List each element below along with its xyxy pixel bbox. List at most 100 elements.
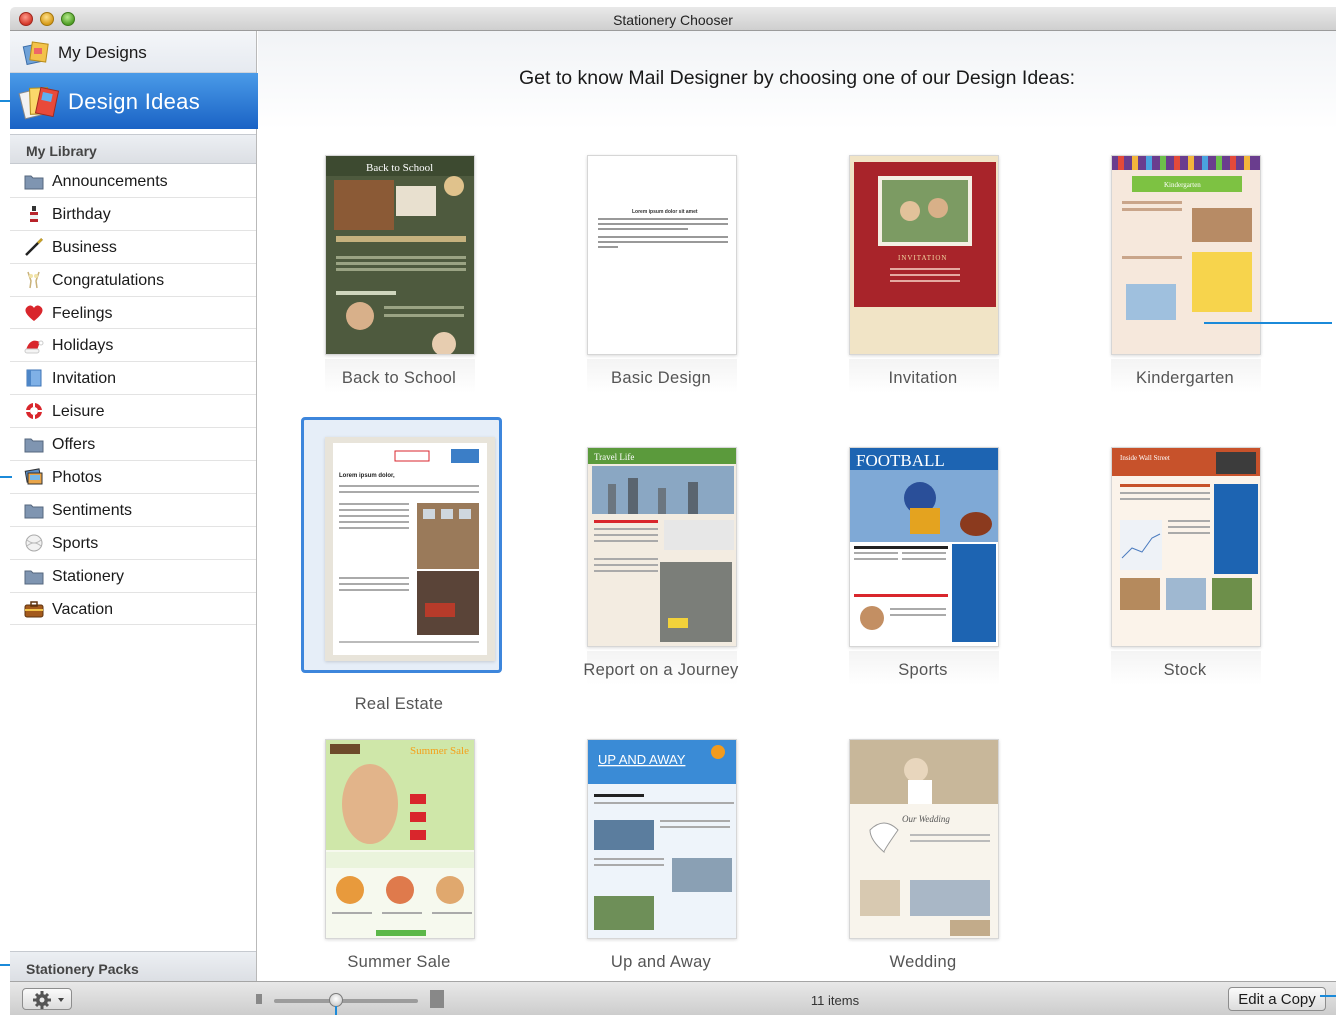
suitcase-icon [24, 600, 44, 618]
design-thumbnail: Travel Life [587, 447, 737, 647]
category-label: Announcements [52, 173, 168, 190]
santa-hat-icon [24, 340, 44, 354]
stock-preview: Inside Wall Street [1112, 448, 1260, 610]
category-label: Invitation [52, 370, 117, 388]
callout-line [0, 100, 10, 102]
svg-text:Our Wedding: Our Wedding [902, 814, 950, 824]
sidebar-item-offers[interactable]: Offers [10, 428, 256, 462]
design-label: Kindergarten [1135, 369, 1235, 387]
zoom-out-icon [256, 994, 262, 1004]
pen-icon [25, 237, 43, 256]
folder-icon [24, 504, 44, 519]
gear-icon [33, 991, 64, 1009]
design-tile-sports[interactable]: FOOTBALL Sports [805, 447, 1045, 727]
sidebar-item-sports[interactable]: Sports [10, 527, 256, 560]
sidebar-item-vacation[interactable]: Vacation [10, 593, 256, 626]
svg-text:Lorem ipsum dolor,: Lorem ipsum dolor, [339, 473, 395, 479]
champagne-icon [27, 271, 40, 288]
design-thumbnail: Kindergarten [1111, 155, 1261, 355]
design-label: Back to School [341, 369, 457, 387]
design-tile-summer-sale[interactable]: Summer Sale Summer Sale [281, 739, 521, 1019]
design-thumbnail: Lorem ipsum dolor sit amet [587, 155, 737, 355]
sidebar-item-business[interactable]: Business [10, 231, 256, 264]
invitation-card-icon [26, 369, 42, 387]
design-label: Up and Away [610, 953, 712, 971]
design-label: Invitation [888, 369, 958, 387]
design-label: Sports [898, 661, 948, 679]
category-label: Birthday [52, 205, 111, 223]
sidebar-item-leisure[interactable]: Leisure [10, 395, 256, 429]
sidebar-item-birthday[interactable]: Birthday [10, 198, 256, 231]
callout-line [0, 964, 10, 966]
design-label: Stock [1163, 661, 1207, 679]
design-tile-back-to-school[interactable]: Back to School Back to School [281, 155, 521, 435]
design-tile-invitation[interactable]: INVITATION Invitation [805, 155, 1045, 435]
sidebar-item-announcements[interactable]: Announcements [10, 165, 256, 198]
svg-text:UP AND AWAY: UP AND AWAY [598, 752, 686, 767]
design-tile-basic-design[interactable]: Lorem ipsum dolor sit amet Basic Design [543, 155, 783, 435]
bottle-icon [30, 205, 38, 222]
callout-line [335, 1006, 337, 1015]
zoom-slider-knob[interactable] [328, 993, 343, 1007]
summer-sale-preview: Summer Sale [326, 740, 474, 936]
design-thumbnail: UP AND AWAY [587, 739, 737, 939]
design-tile-kindergarten[interactable]: Kindergarten Kindergarten [1067, 155, 1307, 435]
design-label: Real Estate [354, 695, 444, 713]
design-thumbnail: Inside Wall Street [1111, 447, 1261, 647]
design-ideas-icon [18, 86, 60, 120]
design-gallery: Get to know Mail Designer by choosing on… [258, 31, 1336, 981]
category-label: Sports [52, 534, 99, 552]
edit-a-copy-button[interactable]: Edit a Copy [1228, 987, 1326, 1011]
zoom-slider[interactable] [274, 999, 418, 1003]
design-tile-up-and-away[interactable]: UP AND AWAY Up and Away [543, 739, 783, 1019]
design-thumbnail: Back to School [325, 155, 475, 355]
sidebar-item-design-ideas[interactable]: Design Ideas [10, 73, 270, 129]
stationery-packs-label: Stationery Packs [26, 961, 139, 977]
svg-text:FOOTBALL: FOOTBALL [856, 451, 945, 470]
folder-icon [24, 438, 44, 453]
photos-icon [24, 468, 43, 485]
category-label: Stationery [52, 567, 125, 585]
lifebuoy-icon [26, 403, 42, 420]
category-label: Congratulations [52, 271, 165, 289]
callout-line [1320, 995, 1336, 997]
folder-icon [24, 570, 44, 585]
back-to-school-preview: Back to School [326, 156, 474, 354]
callout-line [0, 476, 12, 478]
sidebar-item-congratulations[interactable]: Congratulations [10, 264, 256, 297]
design-tile-stock[interactable]: Inside Wall Street Stock [1067, 447, 1307, 727]
category-label: Business [52, 238, 117, 256]
invitation-preview: INVITATION [854, 162, 996, 307]
design-tile-report-on-a-journey[interactable]: Travel Life Report on a Journey [543, 447, 783, 727]
sidebar-item-invitation[interactable]: Invitation [10, 362, 256, 396]
real-estate-preview: Lorem ipsum dolor, [333, 443, 487, 655]
sidebar-item-photos[interactable]: Photos [10, 461, 256, 494]
up-and-away-preview: UP AND AWAY [588, 740, 736, 930]
design-thumbnail: INVITATION [849, 155, 999, 355]
sidebar-item-holidays[interactable]: Holidays [10, 329, 256, 363]
design-thumbnail: Our Wedding [849, 739, 999, 939]
design-tile-wedding[interactable]: Our Wedding Wedding [805, 739, 1045, 1019]
my-designs-label: My Designs [58, 43, 147, 62]
design-ideas-label: Design Ideas [68, 89, 201, 114]
design-label: Summer Sale [347, 953, 451, 971]
sidebar-item-feelings[interactable]: Feelings [10, 297, 256, 330]
design-thumbnail: FOOTBALL [849, 447, 999, 647]
category-label: Vacation [52, 600, 114, 618]
stationery-packs-header[interactable]: Stationery Packs [10, 951, 256, 981]
category-label: Holidays [52, 337, 114, 355]
svg-text:Summer Sale: Summer Sale [410, 745, 469, 757]
action-menu-button[interactable] [22, 988, 72, 1010]
sidebar-item-stationery[interactable]: Stationery [10, 560, 256, 593]
window-title: Stationery Chooser [613, 12, 733, 28]
svg-text:INVITATION: INVITATION [898, 254, 947, 262]
sports-preview: FOOTBALL [850, 448, 998, 642]
design-label: Report on a Journey [583, 661, 739, 679]
design-tile-real-estate[interactable]: Lorem ipsum dolor, Real Estate [281, 427, 521, 713]
ball-icon [25, 534, 43, 552]
library-header-label: My Library [26, 143, 97, 159]
library-header: My Library [10, 134, 256, 164]
my-designs-icon [22, 41, 49, 65]
sidebar-item-sentiments[interactable]: Sentiments [10, 494, 256, 527]
sidebar-item-my-designs[interactable]: My Designs [10, 31, 256, 73]
